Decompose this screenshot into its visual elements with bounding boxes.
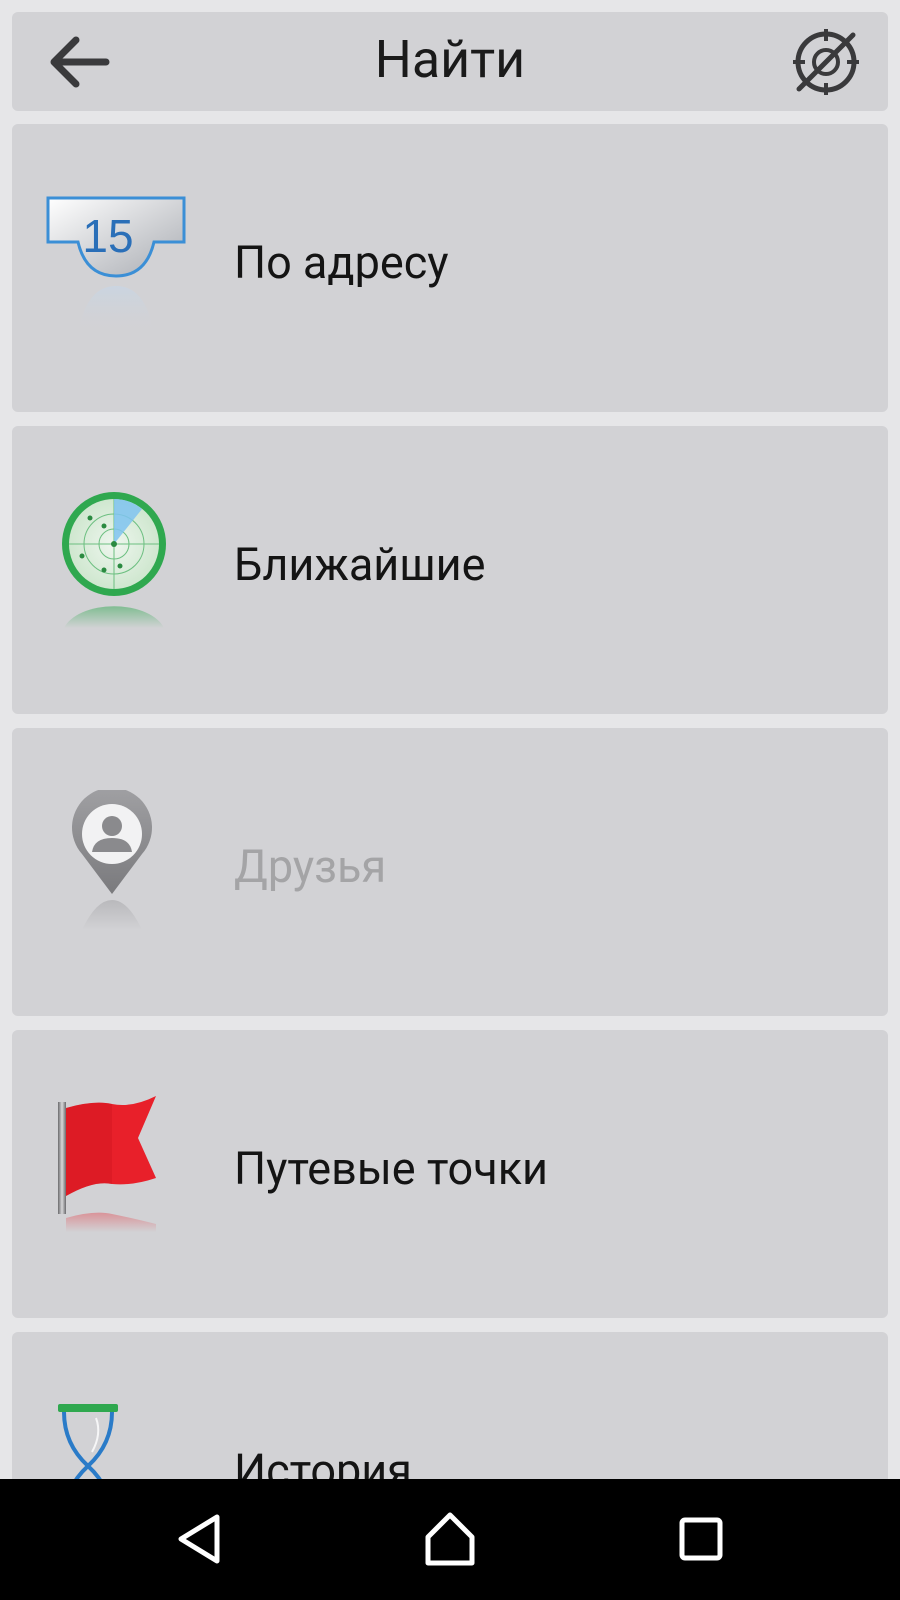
menu-item-label: Путевые точки [234,1142,548,1195]
nav-home-button[interactable] [405,1499,495,1579]
recents-square-icon [679,1517,723,1561]
menu-item-friends[interactable]: Друзья [12,728,888,1016]
menu-item-nearby[interactable]: Ближайшие [12,426,888,714]
back-triangle-icon [178,1514,220,1564]
home-icon [425,1512,475,1566]
gps-status-button[interactable] [786,24,866,100]
top-bar: Найти [12,12,888,111]
menu-item-label: Друзья [234,840,387,893]
calendar-address-icon: 15 [46,186,186,336]
find-screen: Найти 15 По адресу Ближайшие Друзья Путе… [0,0,900,1600]
red-flag-icon [46,1092,186,1242]
nav-back-button[interactable] [156,1499,246,1579]
menu-item-by-address[interactable]: 15 По адресу [12,124,888,412]
nav-recents-button[interactable] [656,1499,746,1579]
radar-icon [46,488,186,638]
menu-item-waypoints[interactable]: Путевые точки [12,1030,888,1318]
page-title: Найти [374,29,526,90]
system-navigation-bar [0,1479,900,1600]
calendar-number: 15 [82,210,133,262]
menu-item-label: Ближайшие [234,538,486,591]
gps-off-icon [793,29,859,95]
menu-item-label: По адресу [234,236,449,289]
friend-pin-icon [46,787,186,940]
